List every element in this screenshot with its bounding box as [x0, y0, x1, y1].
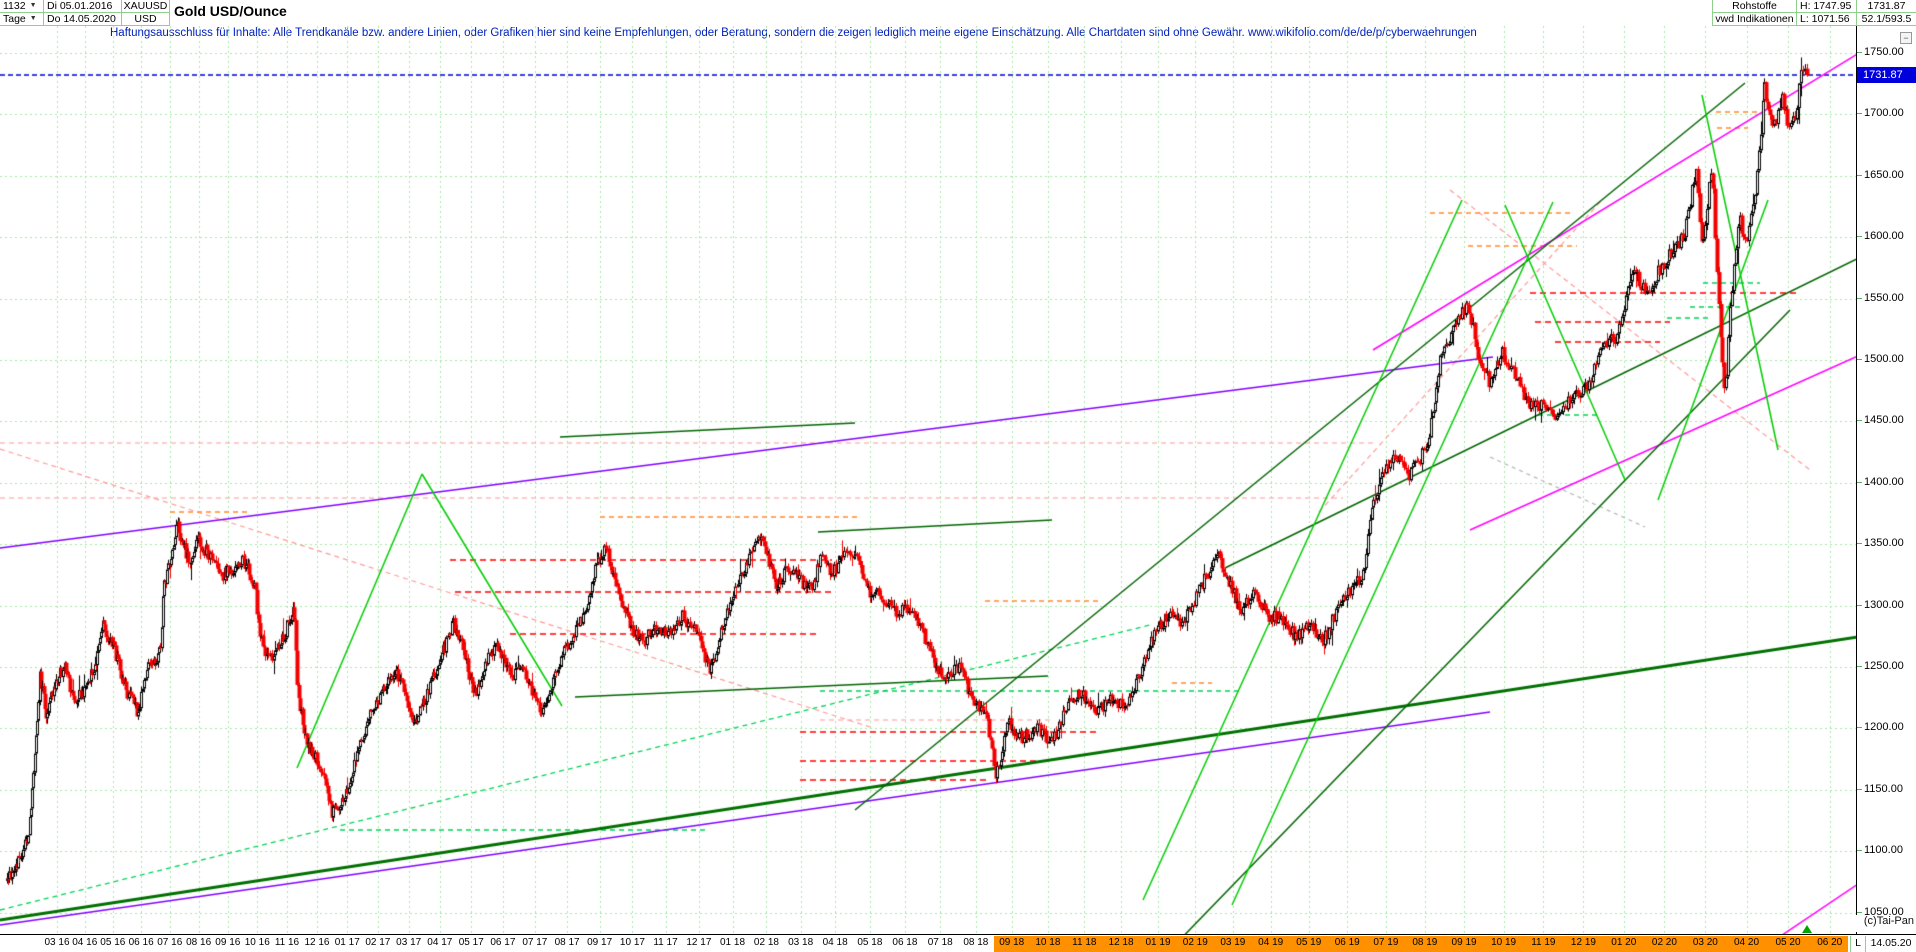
x-axis-label: 09 19 [1451, 937, 1477, 948]
y-axis-label: 1500.00 [1857, 353, 1904, 365]
x-axis-label: 08 16 [186, 937, 212, 948]
x-axis-label: 06 17 [490, 937, 516, 948]
collapse-axis-button[interactable]: − [1900, 32, 1912, 44]
x-axis-label: 02 17 [365, 937, 391, 948]
x-axis-label: 11 16 [274, 937, 300, 948]
x-axis-label: 01 19 [1145, 937, 1171, 948]
period-value: Tage [3, 13, 26, 25]
x-axis-label: 08 18 [963, 937, 989, 948]
x-axis-label: 12 19 [1570, 937, 1596, 948]
last-price-header: 1731.87 [1856, 0, 1916, 13]
y-axis-label: 1750.00 [1857, 46, 1904, 58]
currency-label: USD [122, 13, 170, 26]
date-axis[interactable]: L 14.05.20 03 16 04 16 05 16 06 16 07 16 08 1… [0, 934, 1916, 952]
stat-value: 52.1/593.5 [1856, 13, 1916, 26]
x-axis-label: 03 20 [1692, 937, 1718, 948]
x-axis-label: 02 20 [1651, 937, 1677, 948]
y-axis-label: 1550.00 [1857, 291, 1904, 304]
period-dropdown[interactable]: Tage ▼ [0, 13, 44, 26]
x-axis-label: 11 18 [1072, 937, 1097, 948]
x-axis-label: 04 19 [1258, 937, 1284, 948]
x-axis-label: 01 20 [1611, 937, 1637, 948]
y-axis-label: 1700.00 [1857, 107, 1904, 120]
taipan-chart-window: 1132 ▼ Di 05.01.2016 XAUUSD Tage ▼ Do 14… [0, 0, 1916, 952]
x-axis-label: 03 19 [1220, 937, 1246, 948]
x-axis-label: 12 17 [686, 937, 712, 948]
x-axis-label: 11 19 [1531, 937, 1556, 948]
x-axis-label: 10 16 [244, 937, 270, 948]
last-bar-marker-icon [1801, 925, 1812, 933]
bars-count-dropdown[interactable]: 1132 ▼ [0, 0, 44, 13]
x-axis-label: 06 19 [1334, 937, 1360, 948]
chevron-down-icon: ▼ [29, 15, 37, 22]
x-axis-label: 07 17 [522, 937, 548, 948]
copyright-label: (c)Tai-Pan [1836, 915, 1914, 932]
y-axis-label: 1650.00 [1857, 168, 1904, 181]
date-from: Di 05.01.2016 [44, 0, 122, 13]
x-axis-label: 07 19 [1373, 937, 1399, 948]
x-axis-label: 06 20 [1817, 937, 1843, 948]
x-axis-label: 02 18 [753, 937, 779, 948]
y-axis-label: 1150.00 [1857, 782, 1903, 795]
y-axis-label: 1300.00 [1857, 598, 1904, 611]
x-axis-label: 03 17 [396, 937, 422, 948]
y-axis-label: 1400.00 [1857, 475, 1904, 488]
symbol-label: XAUUSD [122, 0, 170, 13]
x-axis-label: 03 18 [788, 937, 814, 948]
x-axis-label: 12 18 [1108, 937, 1134, 948]
header: 1132 ▼ Di 05.01.2016 XAUUSD Tage ▼ Do 14… [0, 0, 1916, 26]
x-axis-label: 05 19 [1296, 937, 1322, 948]
price-axis[interactable]: − 1731.87 1750.00 1700.00 1650.00 1600.00 15… [1856, 26, 1916, 934]
date-to: Do 14.05.2020 [44, 13, 122, 26]
x-axis-label: 05 18 [857, 937, 883, 948]
x-axis-label: 11 17 [653, 937, 678, 948]
last-marker-cell: L [1850, 936, 1866, 952]
x-axis-label: 05 17 [458, 937, 484, 948]
x-axis-label: 06 16 [128, 937, 154, 948]
page-title: Gold USD/Ounce [174, 3, 287, 19]
x-axis-label: 04 20 [1734, 937, 1760, 948]
x-axis-label: 10 19 [1491, 937, 1517, 948]
y-axis-label: 1600.00 [1857, 230, 1904, 243]
x-axis-label: 10 18 [1035, 937, 1061, 948]
x-axis-label: 07 16 [157, 937, 183, 948]
x-axis-label: 07 18 [927, 937, 953, 948]
chevron-down-icon: ▼ [29, 2, 37, 9]
source-label: vwd Indikationen [1712, 13, 1796, 26]
x-axis-label: 05 16 [100, 937, 126, 948]
x-axis-label: 09 18 [999, 937, 1025, 948]
x-axis-label: 08 19 [1412, 937, 1438, 948]
y-axis-label: 1100.00 [1857, 844, 1903, 857]
x-axis-label: 09 16 [215, 937, 241, 948]
x-axis-label: 09 17 [587, 937, 613, 948]
price-chart-canvas[interactable] [0, 26, 1856, 934]
y-axis-label: 1450.00 [1857, 414, 1904, 427]
x-axis-label: 10 17 [619, 937, 645, 948]
y-axis-label: 1350.00 [1857, 537, 1904, 550]
y-axis-label: 1200.00 [1857, 721, 1904, 734]
x-axis-label: 02 19 [1182, 937, 1208, 948]
x-axis-label: 08 17 [554, 937, 580, 948]
x-axis-label: 01 18 [720, 937, 746, 948]
bars-count-value: 1132 [3, 0, 26, 12]
x-axis-label: 06 18 [892, 937, 918, 948]
high-value: H: 1747.95 [1796, 0, 1856, 13]
x-axis-label: 04 17 [427, 937, 453, 948]
y-axis-label: 1250.00 [1857, 660, 1904, 672]
x-axis-label: 05 20 [1775, 937, 1801, 948]
x-axis-label: 03 16 [44, 937, 70, 948]
category-label: Rohstoffe [1712, 0, 1796, 13]
last-date-cell: 14.05.20 [1866, 936, 1916, 952]
x-axis-label: 04 18 [822, 937, 848, 948]
x-axis-label: 12 16 [304, 937, 330, 948]
x-axis-label: 04 16 [72, 937, 98, 948]
current-price-tag: 1731.87 [1857, 67, 1916, 84]
x-axis-label: 01 17 [334, 937, 360, 948]
low-value: L: 1071.56 [1796, 13, 1856, 26]
